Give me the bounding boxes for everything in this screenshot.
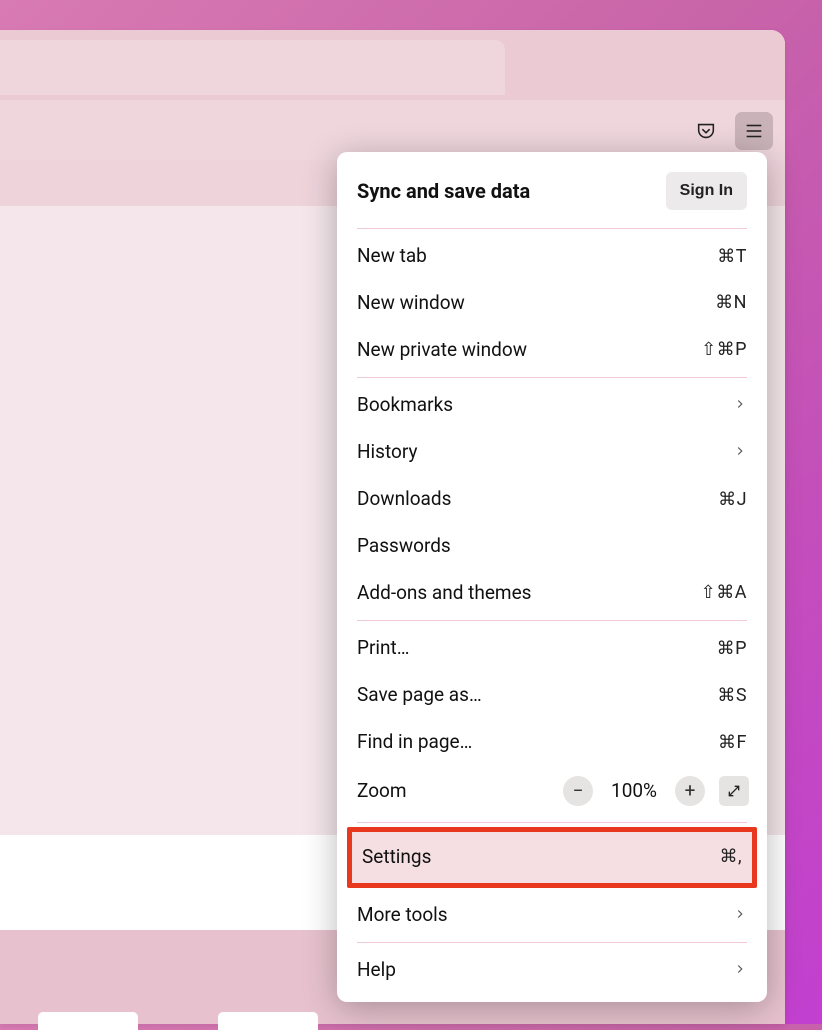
menu-item-label: Find in page… [357,731,472,754]
menu-item-shortcut: ⌘N [715,292,747,314]
menu-item-shortcut: ⌘F [718,732,747,754]
menu-item-label: More tools [357,904,448,927]
menu-item-addons[interactable]: Add-ons and themes ⇧⌘A [337,570,767,617]
menu-item-shortcut: ⌘S [717,685,747,707]
app-menu-button[interactable] [735,112,773,150]
menu-item-new-window[interactable]: New window ⌘N [337,280,767,327]
menu-item-shortcut: ⌘, [719,846,742,868]
plus-icon: + [685,779,696,802]
minus-icon: − [573,779,584,802]
active-tab[interactable] [0,40,505,95]
application-menu: Sync and save data Sign In New tab ⌘T Ne… [337,152,767,1002]
menu-item-new-private-window[interactable]: New private window ⇧⌘P [337,327,767,374]
zoom-in-button[interactable]: + [675,776,705,806]
fullscreen-button[interactable] [719,776,749,806]
menu-item-label: New window [357,292,465,315]
menu-item-label: Save page as… [357,684,482,707]
sign-in-button[interactable]: Sign In [666,172,747,210]
menu-item-zoom: Zoom − 100% + [337,766,767,818]
hamburger-icon [743,120,765,142]
menu-item-shortcut: ⌘T [717,246,747,268]
menu-item-print[interactable]: Print… ⌘P [337,625,767,672]
menu-item-help[interactable]: Help [337,947,767,994]
menu-separator [357,228,747,229]
pocket-button[interactable] [687,112,725,150]
tab-bar [0,30,785,100]
menu-item-shortcut: ⇧⌘A [701,582,747,604]
chevron-right-icon [733,441,747,464]
menu-separator [357,620,747,621]
menu-item-settings[interactable]: Settings ⌘, [352,832,752,883]
menu-item-label: Bookmarks [357,394,453,417]
zoom-out-button[interactable]: − [563,776,593,806]
toolbar [0,100,785,160]
bottom-tab[interactable] [218,1012,318,1030]
menu-item-label: History [357,441,417,464]
settings-highlight: Settings ⌘, [347,827,757,888]
menu-item-shortcut: ⌘P [717,638,747,660]
pocket-icon [695,120,717,142]
menu-separator [357,822,747,823]
zoom-label: Zoom [357,779,407,802]
zoom-value: 100% [607,779,661,802]
menu-item-find[interactable]: Find in page… ⌘F [337,719,767,766]
menu-item-label: New tab [357,245,427,268]
menu-item-bookmarks[interactable]: Bookmarks [337,382,767,429]
menu-item-label: Passwords [357,535,451,558]
menu-item-label: Print… [357,637,409,660]
bottom-tab[interactable] [38,1012,138,1030]
menu-item-label: Help [357,959,396,982]
menu-item-history[interactable]: History [337,429,767,476]
menu-item-shortcut: ⇧⌘P [701,339,747,361]
chevron-right-icon [733,959,747,982]
menu-item-label: New private window [357,339,527,362]
menu-item-new-tab[interactable]: New tab ⌘T [337,233,767,280]
menu-item-shortcut: ⌘J [718,489,747,511]
menu-item-downloads[interactable]: Downloads ⌘J [337,476,767,523]
menu-separator [357,377,747,378]
menu-separator [357,942,747,943]
menu-item-label: Downloads [357,488,451,511]
sync-header: Sync and save data Sign In [337,162,767,224]
menu-item-passwords[interactable]: Passwords [337,523,767,570]
menu-item-label: Add-ons and themes [357,582,531,605]
menu-item-save-page[interactable]: Save page as… ⌘S [337,672,767,719]
menu-item-label: Settings [362,846,431,869]
menu-item-more-tools[interactable]: More tools [337,892,767,939]
fullscreen-icon [726,783,742,799]
chevron-right-icon [733,394,747,417]
chevron-right-icon [733,904,747,927]
sync-title: Sync and save data [357,179,530,203]
